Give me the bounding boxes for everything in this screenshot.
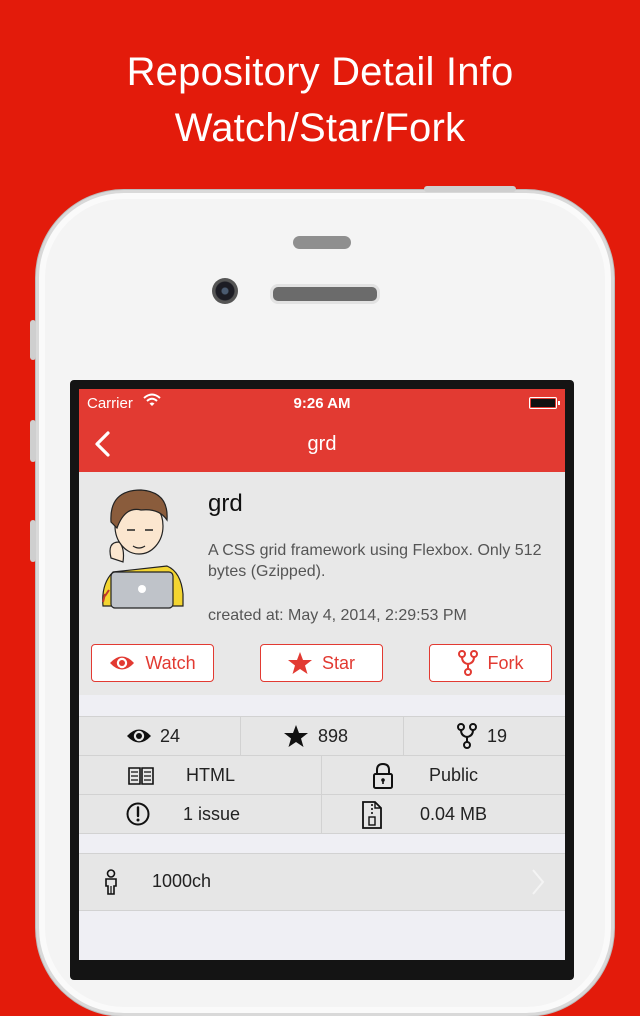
divider bbox=[321, 795, 322, 833]
divider bbox=[321, 756, 322, 794]
star-label: Star bbox=[321, 652, 355, 673]
eye-icon bbox=[127, 729, 151, 743]
eye-icon bbox=[110, 656, 135, 670]
nav-title: grd bbox=[307, 433, 337, 455]
divider bbox=[240, 717, 241, 755]
repo-description: A CSS grid framework using Flexbox. Only… bbox=[208, 542, 542, 580]
star-icon bbox=[284, 725, 308, 747]
repository-header: grd A CSS grid framework using Flexbox. … bbox=[79, 472, 565, 695]
repo-created-at: created at: May 4, 2014, 2:29:53 PM bbox=[208, 607, 467, 624]
stats-row-language: HTML Public bbox=[79, 756, 565, 795]
zip-file-icon bbox=[362, 801, 382, 829]
forks-count: 19 bbox=[487, 725, 508, 746]
fork-icon bbox=[457, 650, 478, 676]
phone-sensor bbox=[293, 236, 351, 249]
size-value: 0.04 MB bbox=[420, 803, 488, 824]
promo-headline: Repository Detail Info Watch/Star/Fork bbox=[0, 44, 640, 156]
owner-login: 1000ch bbox=[152, 871, 212, 891]
watch-button[interactable]: Watch bbox=[91, 644, 214, 682]
status-bar: Carrier 9:26 AM bbox=[79, 389, 565, 417]
watchers-count: 24 bbox=[160, 725, 181, 746]
star-icon bbox=[287, 652, 312, 674]
chevron-right-icon bbox=[532, 869, 545, 895]
navigation-bar: Carrier 9:26 AM grd bbox=[79, 389, 565, 472]
phone-volume-down bbox=[30, 520, 36, 562]
stats-row-counts: 24 898 19 bbox=[79, 717, 565, 756]
fork-button[interactable]: Fork bbox=[429, 644, 552, 682]
phone-volume-up bbox=[30, 420, 36, 462]
book-icon bbox=[128, 767, 154, 785]
issues-value: 1 issue bbox=[183, 803, 241, 824]
app-screen: Carrier 9:26 AM grd grd A CSS grid frame… bbox=[79, 389, 565, 960]
watchers-stat: 24 bbox=[126, 717, 180, 755]
alert-circle-icon bbox=[126, 802, 150, 826]
phone-speaker bbox=[270, 284, 380, 304]
headline-line-2: Watch/Star/Fork bbox=[174, 106, 466, 150]
owner-avatar bbox=[102, 489, 184, 609]
battery-icon bbox=[529, 397, 560, 409]
fork-label: Fork bbox=[487, 652, 524, 673]
stars-count: 898 bbox=[318, 725, 349, 746]
language-value: HTML bbox=[186, 764, 235, 785]
phone-camera bbox=[212, 278, 238, 304]
repo-name: grd bbox=[208, 490, 243, 517]
fork-icon bbox=[457, 723, 477, 749]
visibility-value: Public bbox=[429, 764, 479, 785]
phone-power-button bbox=[424, 186, 516, 192]
headline-line-1: Repository Detail Info bbox=[126, 50, 514, 94]
person-icon bbox=[105, 869, 117, 895]
lock-icon bbox=[373, 763, 393, 789]
divider bbox=[403, 717, 404, 755]
phone-mute-switch bbox=[30, 320, 36, 360]
watch-label: Watch bbox=[145, 652, 196, 673]
owner-row[interactable]: 1000ch bbox=[79, 853, 565, 911]
repo-stats-table: 24 898 19 HTML Public 1 issue 0.04 MB bbox=[79, 716, 565, 834]
action-buttons: Watch Star Fork bbox=[91, 644, 553, 682]
stars-stat: 898 bbox=[284, 717, 348, 755]
stats-row-issues: 1 issue 0.04 MB bbox=[79, 795, 565, 834]
forks-stat: 19 bbox=[457, 717, 507, 755]
star-button[interactable]: Star bbox=[260, 644, 383, 682]
status-time: 9:26 AM bbox=[293, 395, 351, 412]
